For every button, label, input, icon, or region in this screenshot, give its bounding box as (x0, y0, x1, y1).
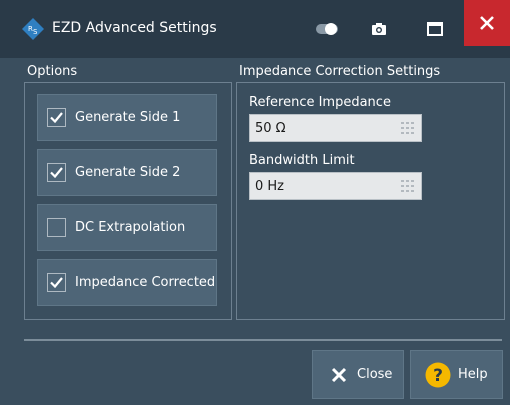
impedance-corrected-option[interactable]: Impedance Corrected (37, 259, 217, 306)
keypad-icon[interactable] (401, 180, 415, 192)
help-button[interactable]: ? Help (410, 350, 503, 399)
close-icon (331, 367, 347, 382)
reference-impedance-field (249, 114, 422, 142)
close-icon (480, 16, 494, 30)
camera-icon (372, 23, 386, 35)
reference-impedance-label: Reference Impedance (249, 95, 391, 110)
checkmark-icon (50, 167, 63, 178)
svg-text:S: S (33, 28, 38, 36)
dc-extrapolation-option[interactable]: DC Extrapolation (37, 204, 217, 251)
options-group-label: Options (27, 64, 78, 79)
bandwidth-limit-field (249, 172, 422, 200)
help-icon: ? (425, 362, 451, 387)
generate-side-1-label: Generate Side 1 (75, 110, 181, 125)
bandwidth-limit-label: Bandwidth Limit (249, 153, 355, 168)
generate-side-2-checkbox[interactable] (47, 163, 66, 182)
svg-text:?: ? (433, 366, 443, 386)
impedance-corrected-label: Impedance Corrected (75, 275, 216, 290)
checkmark-icon (50, 112, 63, 123)
impedance-corrected-checkbox[interactable] (47, 273, 66, 292)
help-button-label: Help (458, 367, 488, 382)
generate-side-1-checkbox[interactable] (47, 108, 66, 127)
screenshot-button[interactable] (364, 14, 394, 44)
keypad-icon[interactable] (401, 122, 415, 134)
toggle-button[interactable] (310, 14, 344, 44)
window-close-button[interactable] (464, 0, 510, 46)
window-title: EZD Advanced Settings (52, 20, 217, 36)
maximize-icon (427, 22, 443, 36)
generate-side-1-option[interactable]: Generate Side 1 (37, 94, 217, 141)
generate-side-2-option[interactable]: Generate Side 2 (37, 149, 217, 196)
toggle-icon (316, 23, 338, 35)
dc-extrapolation-label: DC Extrapolation (75, 220, 186, 235)
bandwidth-limit-input[interactable] (250, 173, 395, 199)
footer-divider (24, 339, 502, 341)
rohde-schwarz-logo-icon: R S (22, 18, 44, 40)
dc-extrapolation-checkbox[interactable] (47, 218, 66, 237)
checkmark-icon (50, 277, 63, 288)
title-bar: R S EZD Advanced Settings (0, 0, 510, 58)
close-button-label: Close (357, 367, 393, 382)
close-button[interactable]: Close (312, 350, 404, 399)
impedance-group-label: Impedance Correction Settings (239, 64, 441, 79)
reference-impedance-input[interactable] (250, 115, 395, 141)
maximize-button[interactable] (418, 14, 452, 44)
generate-side-2-label: Generate Side 2 (75, 165, 181, 180)
